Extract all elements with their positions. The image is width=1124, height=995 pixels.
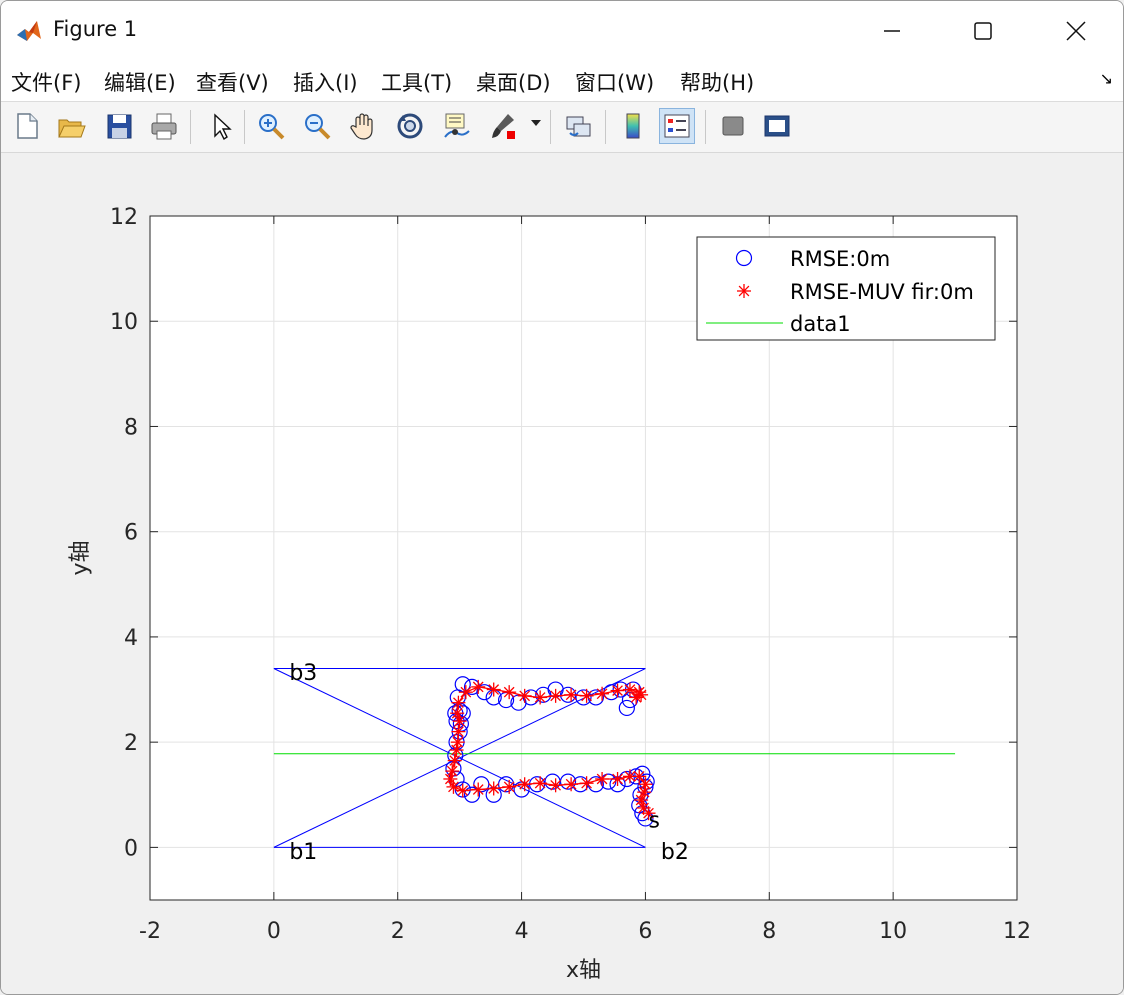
x-tick-label: 8 [762, 919, 776, 944]
y-tick-label: 8 [124, 415, 138, 440]
matlab-logo-icon [17, 21, 41, 41]
y-tick-label: 2 [124, 731, 138, 756]
y-tick-label: 6 [124, 521, 138, 546]
rmse-muv-star-marker [486, 781, 501, 796]
open-icon[interactable] [53, 108, 89, 144]
annotation-b3: b3 [289, 661, 317, 686]
close-button[interactable] [1053, 11, 1099, 51]
y-tick-label: 4 [124, 626, 138, 651]
legend-star-marker [737, 284, 751, 298]
window-title: Figure 1 [53, 17, 138, 41]
menu-edit[interactable]: 编辑(E) [104, 67, 176, 97]
menu-tools[interactable]: 工具(T) [381, 67, 452, 97]
x-tick-label: 12 [1003, 919, 1031, 944]
colorbar-icon[interactable] [615, 108, 651, 144]
annotation-b2: b2 [661, 840, 689, 865]
rmse-muv-star-marker [471, 782, 486, 797]
figure-canvas: -2 0 2 4 6 8 10 12 0 2 4 6 8 10 12 b1 b2 b3 s x轴 y轴 RMSE:… [1, 153, 1123, 994]
brush-icon[interactable] [485, 108, 521, 144]
x-tick-label: 2 [391, 919, 405, 944]
y-axis-label: y轴 [68, 540, 93, 575]
menu-file[interactable]: 文件(F) [11, 67, 81, 97]
rmse-muv-star-marker [548, 778, 563, 793]
pan-hand-icon[interactable] [345, 108, 381, 144]
annotation-b1: b1 [289, 840, 317, 865]
minimize-icon [884, 30, 900, 32]
chart-svg: -2 0 2 4 6 8 10 12 0 2 4 6 8 10 12 b1 b2 b3 s x轴 y轴 RMSE:… [68, 205, 1031, 983]
show-plot-tools-icon[interactable] [759, 108, 795, 144]
print-icon[interactable] [146, 108, 182, 144]
close-icon [1066, 21, 1086, 41]
figure-window: Figure 1 文件(F) 编辑(E) 查看(V) 插入(I) 工具(T) 桌… [0, 0, 1124, 995]
x-axis-label: x轴 [566, 958, 601, 983]
annotation-s: s [649, 808, 660, 833]
x-tick-label: 6 [638, 919, 652, 944]
dock-arrow-icon[interactable]: ↘ [1100, 69, 1113, 88]
minimize-button[interactable] [869, 11, 915, 51]
legend[interactable]: RMSE:0m RMSE-MUV fir:0m data1 [696, 236, 996, 341]
y-tick-label: 12 [110, 205, 138, 230]
menu-help[interactable]: 帮助(H) [680, 67, 754, 97]
tool-bar [1, 102, 1123, 153]
y-tick-label: 0 [124, 836, 138, 861]
menu-view[interactable]: 查看(V) [196, 67, 269, 97]
hide-plot-tools-icon[interactable] [715, 108, 751, 144]
maximize-icon [974, 22, 992, 40]
title-bar[interactable]: Figure 1 [1, 1, 1123, 61]
data-cursor-icon[interactable] [438, 108, 474, 144]
zoom-in-icon[interactable] [253, 108, 289, 144]
x-tick-label: 10 [879, 919, 907, 944]
legend-label: data1 [790, 312, 851, 336]
rotate-3d-icon[interactable] [392, 108, 428, 144]
x-tick-label: 4 [515, 919, 529, 944]
y-tick-label: 10 [110, 310, 138, 335]
legend-label: RMSE:0m [790, 247, 890, 271]
zoom-out-icon[interactable] [299, 108, 335, 144]
maximize-button[interactable] [960, 11, 1006, 51]
menu-bar: 文件(F) 编辑(E) 查看(V) 插入(I) 工具(T) 桌面(D) 窗口(W… [1, 61, 1123, 102]
edit-plot-arrow-icon[interactable] [203, 108, 239, 144]
x-tick-label: -2 [139, 919, 161, 944]
save-icon[interactable] [101, 108, 137, 144]
x-tick-label: 0 [267, 919, 281, 944]
link-plot-icon[interactable] [560, 108, 596, 144]
legend-label: RMSE-MUV fir:0m [790, 280, 974, 304]
menu-window[interactable]: 窗口(W) [575, 67, 654, 97]
legend-icon[interactable] [659, 108, 695, 144]
brush-dropdown-icon[interactable] [531, 120, 541, 126]
new-figure-icon[interactable] [9, 108, 45, 144]
menu-desktop[interactable]: 桌面(D) [476, 67, 551, 97]
menu-insert[interactable]: 插入(I) [293, 67, 358, 97]
